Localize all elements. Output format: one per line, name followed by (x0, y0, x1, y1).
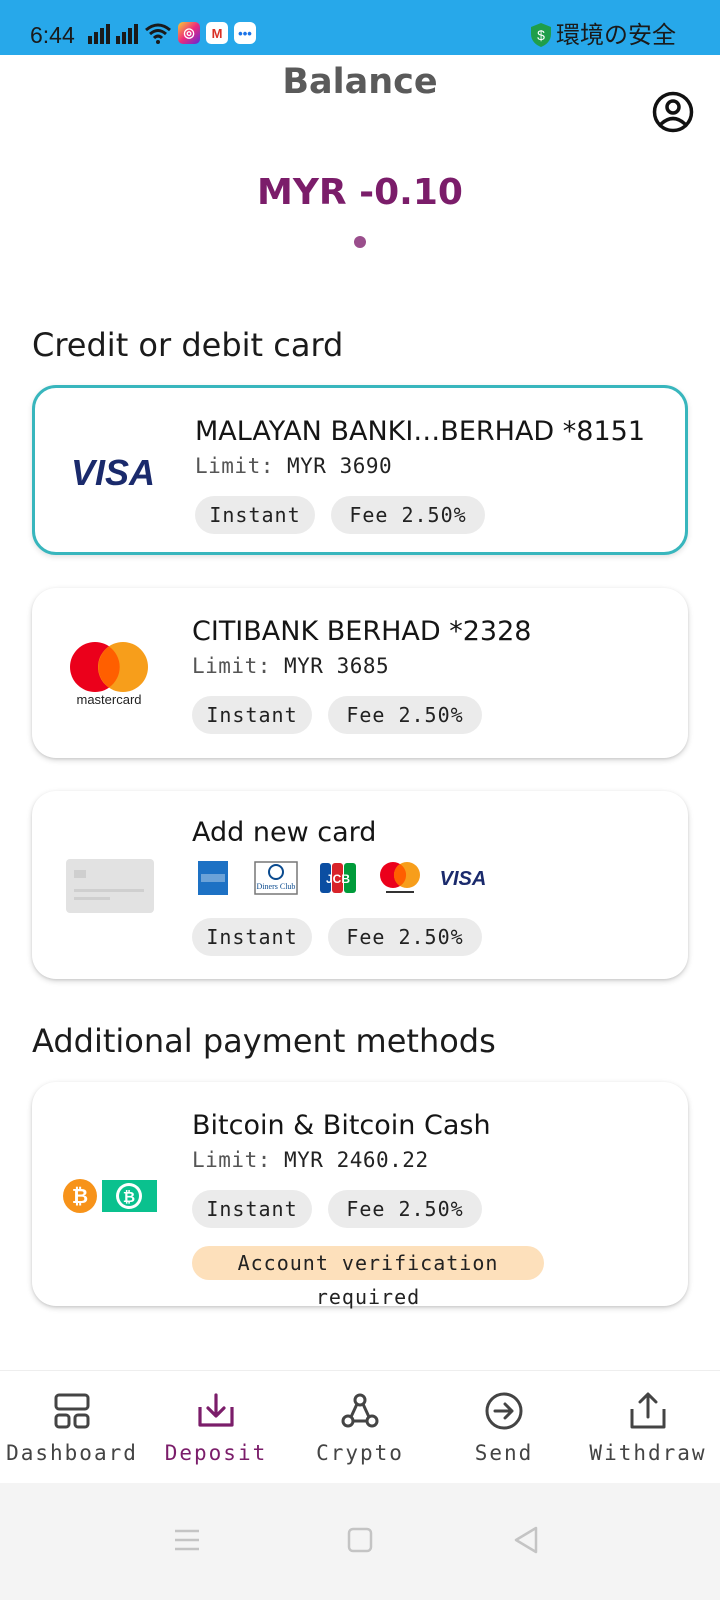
back-icon[interactable] (510, 1523, 544, 1557)
instant-badge: Instant (192, 918, 312, 956)
fee-badge: Fee 2.50% (328, 918, 482, 956)
payment-card-visa[interactable]: VISA MALAYAN BANKI…BERHAD *8151 Limit: M… (32, 385, 688, 555)
nav-send[interactable]: Send (432, 1371, 576, 1484)
nav-withdraw[interactable]: Withdraw (576, 1371, 720, 1484)
status-icons: ◎ M ••• (88, 22, 256, 44)
signal-icon (116, 22, 138, 44)
status-bar: 6:44 ◎ M ••• $ 環境の安全 (0, 0, 720, 55)
limit-label: Limit: (192, 1148, 271, 1172)
visa-logo: VISA (71, 452, 155, 492)
svg-text:VISA: VISA (440, 868, 487, 889)
method-limit: Limit: MYR 2460.22 (192, 1148, 429, 1172)
section-title-additional: Additional payment methods (32, 1022, 496, 1060)
dashboard-icon (54, 1393, 90, 1429)
limit-label: Limit: (195, 454, 274, 478)
card-name: CITIBANK BERHAD *2328 (192, 616, 532, 647)
page-indicator-dot (354, 236, 366, 248)
method-name: Bitcoin & Bitcoin Cash (192, 1110, 491, 1141)
balance-amount: MYR -0.10 (257, 172, 463, 213)
limit-value: MYR 3690 (287, 454, 393, 478)
card-name: MALAYAN BANKI…BERHAD *8151 (195, 416, 646, 447)
bitcoin-logos: ₿ ₿ (63, 1179, 157, 1213)
limit-value: MYR 3685 (284, 654, 390, 678)
limit-label: Limit: (192, 654, 271, 678)
section-title-cards: Credit or debit card (32, 326, 344, 364)
security-status: $ 環境の安全 (530, 19, 676, 51)
gmail-icon: M (206, 22, 228, 44)
withdraw-icon (630, 1392, 666, 1429)
account-icon[interactable] (652, 91, 694, 133)
svg-text:VISA: VISA (71, 452, 155, 492)
fee-badge: Fee 2.50% (328, 696, 482, 734)
nav-label: Withdraw (589, 1441, 707, 1465)
svg-text:$: $ (537, 27, 545, 43)
send-icon (485, 1392, 523, 1430)
messages-icon: ••• (234, 22, 256, 44)
fee-badge: Fee 2.50% (331, 496, 485, 534)
add-new-card[interactable]: Add new card Diners Club JCB VISA Instan… (32, 791, 688, 979)
diners-club-logo: Diners Club (254, 861, 298, 895)
bottom-navigation: Dashboard Deposit Crypto Send Withdraw (0, 1370, 720, 1483)
system-navigation-bar (0, 1483, 720, 1600)
security-status-text: 環境の安全 (556, 21, 676, 49)
deposit-icon (198, 1393, 234, 1427)
add-card-label: Add new card (192, 817, 377, 848)
svg-text:₿: ₿ (72, 1186, 88, 1208)
instant-badge: Instant (192, 696, 312, 734)
visa-logo: VISA (440, 868, 487, 889)
jcb-logo: JCB (320, 863, 356, 893)
card-limit: Limit: MYR 3685 (192, 654, 389, 678)
amex-logo (198, 861, 228, 895)
fee-badge: Fee 2.50% (328, 1190, 482, 1228)
nav-deposit[interactable]: Deposit (144, 1371, 288, 1484)
signal-icon (88, 22, 110, 44)
card-limit: Limit: MYR 3690 (195, 454, 392, 478)
payment-method-bitcoin[interactable]: ₿ ₿ Bitcoin & Bitcoin Cash Limit: MYR 24… (32, 1082, 688, 1309)
crypto-icon (341, 1393, 379, 1428)
limit-value: MYR 2460.22 (284, 1148, 429, 1172)
nav-label: Dashboard (6, 1441, 138, 1465)
nav-crypto[interactable]: Crypto (288, 1371, 432, 1484)
card-placeholder-icon (66, 859, 154, 913)
instant-badge: Instant (192, 1190, 312, 1228)
menu-icon[interactable] (170, 1523, 204, 1557)
mastercard-logo: mastercard (70, 642, 148, 707)
nav-label: Deposit (164, 1441, 268, 1465)
payment-card-mastercard[interactable]: mastercard CITIBANK BERHAD *2328 Limit: … (32, 588, 688, 758)
verification-required-badge: Account verification required (192, 1246, 544, 1309)
nav-label: Send (474, 1441, 534, 1465)
mastercard-logo (380, 862, 420, 893)
status-time: 6:44 (30, 22, 75, 48)
svg-text:JCB: JCB (326, 872, 350, 886)
page-title: Balance (282, 62, 438, 102)
home-icon[interactable] (343, 1523, 377, 1557)
svg-text:₿: ₿ (123, 1189, 135, 1206)
svg-text:mastercard: mastercard (76, 692, 141, 707)
nav-label: Crypto (316, 1441, 404, 1465)
wifi-icon (145, 23, 171, 44)
nav-dashboard[interactable]: Dashboard (0, 1371, 144, 1484)
instagram-icon: ◎ (178, 22, 200, 44)
svg-text:Diners Club: Diners Club (257, 882, 296, 891)
instant-badge: Instant (195, 496, 315, 534)
shield-icon: $ (531, 23, 551, 47)
